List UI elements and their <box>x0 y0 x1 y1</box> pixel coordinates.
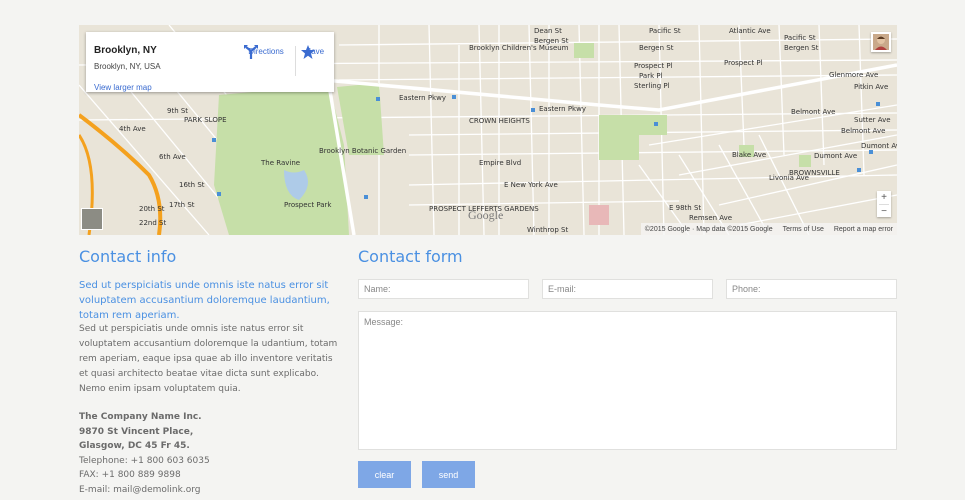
map-label-16th: 16th St <box>179 181 205 189</box>
google-logo: Google <box>468 208 504 222</box>
contact-info-title: Contact info <box>79 247 177 266</box>
phone-input[interactable] <box>726 279 897 299</box>
map-label-park-pl: Park Pl <box>639 72 663 80</box>
map-label-4th-ave: 4th Ave <box>119 125 146 133</box>
message-textarea[interactable] <box>358 311 897 450</box>
map-label-pacific-2: Pacific St <box>784 34 816 42</box>
map-label-17th: 17th St <box>169 201 195 209</box>
report-error-link[interactable]: Report a map error <box>834 226 893 233</box>
map-label-empire: Empire Blvd <box>479 159 521 167</box>
map-label-6th-ave: 6th Ave <box>159 153 186 161</box>
fax: FAX: +1 800 889 9898 <box>79 470 181 480</box>
clear-button[interactable]: clear <box>358 461 411 488</box>
map-label-dumont: Dumont Ave <box>861 142 897 150</box>
map-label-bergen-2: Bergen St <box>639 44 674 52</box>
map-label-pitkin: Pitkin Ave <box>854 83 888 91</box>
map-info-card: Brooklyn, NY Brooklyn, NY, USA View larg… <box>86 32 334 92</box>
address-line-2: Glasgow, DC 45 Fr 45. <box>79 441 190 451</box>
user-avatar-icon <box>873 34 889 50</box>
map-label-winthrop: Winthrop St <box>527 226 568 234</box>
map-label-prospect-pl: Prospect Pl <box>634 62 673 70</box>
save-button[interactable]: Save <box>300 44 330 59</box>
map-label-blake: Blake Ave <box>732 151 766 159</box>
map-label-eastern-pkwy: Eastern Pkwy <box>399 94 446 102</box>
place-name: Brooklyn, NY <box>94 45 157 56</box>
map-label-bergen: Bergen St <box>534 37 569 45</box>
terms-link[interactable]: Terms of Use <box>783 226 824 233</box>
map-label-prospect-pl-2: Prospect Pl <box>724 59 763 67</box>
zoom-control: + − <box>877 191 891 217</box>
map-label-museum: Brooklyn Children's Museum <box>469 44 569 52</box>
star-icon <box>301 45 315 59</box>
directions-icon <box>244 45 258 59</box>
map-label-park-slope: PARK SLOPE <box>184 116 227 124</box>
map-label-e-98th: E 98th St <box>669 204 701 212</box>
map-label-glenmore: Glenmore Ave <box>829 71 878 79</box>
map-label-dumont-2: Dumont Ave <box>814 152 857 160</box>
map-label-ravine: The Ravine <box>260 159 300 167</box>
company-name: The Company Name Inc. <box>79 412 202 422</box>
send-button[interactable]: send <box>422 461 475 488</box>
map-label-atlantic: Atlantic Ave <box>729 27 771 35</box>
company-address: The Company Name Inc. 9870 St Vincent Pl… <box>79 410 339 497</box>
map-label-dean: Dean St <box>534 27 562 35</box>
map-footer: ©2015 Google · Map data ©2015 Google Ter… <box>640 223 897 235</box>
map-label-20th: 20th St <box>139 205 165 213</box>
map-label-crown-heights: CROWN HEIGHTS <box>469 117 530 125</box>
place-address: Brooklyn, NY, USA <box>94 62 161 71</box>
map-label-belmont-2: Belmont Ave <box>841 127 885 135</box>
zoom-out-button[interactable]: − <box>877 205 891 218</box>
map-label-botanic: Brooklyn Botanic Garden <box>319 147 406 155</box>
map-label-brownsville: BROWNSVILLE <box>789 169 840 177</box>
view-larger-map-link[interactable]: View larger map <box>94 83 152 92</box>
map-embed[interactable]: Brooklyn Children's Museum Dean St Berge… <box>79 25 897 235</box>
zoom-in-button[interactable]: + <box>877 191 891 204</box>
satellite-toggle-thumbnail[interactable] <box>81 208 103 230</box>
map-copyright: ©2015 Google · Map data ©2015 Google <box>644 225 773 233</box>
avatar[interactable] <box>871 32 891 52</box>
contact-form-title: Contact form <box>358 247 463 266</box>
map-label-eastern-pkwy-2: Eastern Pkwy <box>539 105 586 113</box>
map-label-sutter: Sutter Ave <box>854 116 891 124</box>
email-link[interactable]: E-mail: mail@demolink.org <box>79 483 339 498</box>
contact-info-body: Sed ut perspiciatis unde omnis iste natu… <box>79 324 338 394</box>
map-label-pacific: Pacific St <box>649 27 681 35</box>
map-label-belmont: Belmont Ave <box>791 108 835 116</box>
map-label-prospect-park: Prospect Park <box>284 201 332 209</box>
name-input[interactable] <box>358 279 529 299</box>
info-divider <box>295 46 296 76</box>
address-line-1: 9870 St Vincent Place, <box>79 426 194 437</box>
map-label-sterling: Sterling Pl <box>634 82 670 90</box>
map-label-9th: 9th St <box>167 107 188 115</box>
map-label-22nd: 22nd St <box>139 219 166 227</box>
email-input[interactable] <box>542 279 713 299</box>
map-label-bergen-3: Bergen St <box>784 44 819 52</box>
map-label-remsen: Remsen Ave <box>689 214 732 222</box>
map-label-e-new-york: E New York Ave <box>504 181 558 189</box>
contact-info-lead: Sed ut perspiciatis unde omnis iste natu… <box>79 280 330 321</box>
telephone: Telephone: +1 800 603 6035 <box>79 455 210 466</box>
directions-button[interactable]: Directions <box>243 44 289 59</box>
